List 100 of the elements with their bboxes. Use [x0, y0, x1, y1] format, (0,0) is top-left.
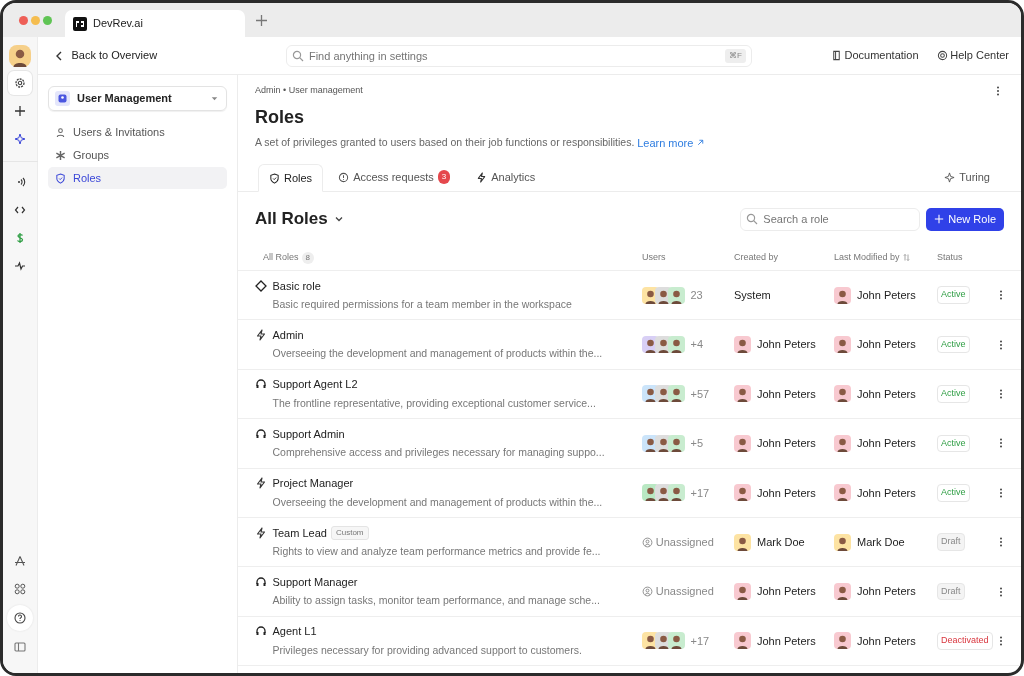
new-tab-icon[interactable] — [255, 14, 267, 26]
person-name: John Peters — [857, 436, 916, 452]
user-count: +4 — [690, 337, 704, 353]
shield-icon — [55, 172, 66, 184]
headset-icon — [255, 378, 267, 391]
role-name: Team Lead — [272, 525, 327, 541]
table-row[interactable]: Support Admin Comprehensive access and privileges necessary for managing suppo... +5 John Peters John Peters Active — [238, 419, 1021, 469]
count-badge: 3 — [437, 170, 451, 184]
tab[interactable]: Analytics — [465, 163, 547, 191]
role-name: Agent L1 — [272, 624, 317, 640]
table-row[interactable]: Admin Overseeing the development and management of products within the... +4 John Peters John Peters Active — [238, 320, 1021, 370]
person-name: John Peters — [757, 485, 816, 501]
bolt-icon — [255, 526, 267, 539]
page-description: A set of privileges granted to users based on their job functions or responsibilities. — [255, 134, 635, 150]
person-name: John Peters — [757, 584, 816, 600]
rail-item[interactable] — [7, 605, 33, 631]
dollar-icon — [14, 232, 26, 244]
role-name: Support Admin — [272, 426, 345, 442]
back-link[interactable]: Back to Overview — [54, 47, 158, 64]
column-header: All Roles — [263, 250, 299, 264]
person-name: John Peters — [857, 386, 916, 402]
role-name: Support Manager — [272, 574, 358, 590]
column-header: Users — [642, 250, 667, 264]
role-description: Comprehensive access and privileges necessary for managing suppo... — [272, 445, 605, 461]
search-icon — [746, 213, 759, 225]
new-role-button[interactable]: New Role — [926, 207, 1004, 231]
tag-label: Custom — [330, 525, 369, 540]
table-row[interactable]: Basic role Basic required permissions for a team member in the workspace 23 System John Peters Active — [238, 271, 1021, 321]
person-name: Mark Doe — [757, 534, 805, 550]
headset-icon — [255, 575, 267, 588]
person-name: John Peters — [857, 337, 916, 353]
person-name: John Peters — [857, 633, 916, 649]
section-dropdown[interactable]: User Management — [48, 86, 227, 111]
tab[interactable]: Access requests 3 — [327, 163, 462, 191]
status-badge: Draft — [937, 582, 965, 601]
person-name: John Peters — [857, 584, 916, 600]
sidebar-item[interactable]: Groups — [48, 144, 227, 166]
role-name: Admin — [272, 327, 304, 343]
bolt-icon — [255, 477, 267, 490]
asterisk-icon — [55, 149, 66, 161]
person-name: System — [734, 287, 771, 303]
role-description: Overseeing the development and management of products within the... — [272, 494, 603, 510]
person-name: John Peters — [857, 287, 916, 303]
person-name: John Peters — [757, 386, 816, 402]
dropdown-label: User Management — [77, 91, 173, 107]
view-selector[interactable]: All Roles — [255, 206, 346, 232]
role-description: Basic required permissions for a team member in the workspace — [272, 297, 572, 313]
status-badge: Active — [937, 385, 970, 403]
code-icon — [14, 204, 26, 216]
sidebar-item[interactable]: Roles — [48, 167, 227, 189]
headset-icon — [255, 625, 267, 638]
user-count: +17 — [690, 633, 710, 649]
status-badge: Active — [937, 484, 970, 502]
plus-icon — [934, 214, 945, 224]
table-row[interactable]: Team Lead Custom Rights to view and analyze team performance metrics and provide fe... Unassigned Mark Doe Mark Doe Draft — [238, 517, 1021, 568]
table-row[interactable]: Agent L1 Privileges necessary for providing advanced support to customers. +17 John Peters John Peters Deactivated — [238, 616, 1021, 667]
pulse-icon — [14, 260, 26, 272]
diamond-icon — [255, 279, 267, 292]
tab[interactable]: Roles — [258, 164, 324, 192]
tab-title: DevRev.ai — [93, 16, 143, 32]
sparkle-icon — [944, 171, 956, 183]
browser-tab[interactable]: DevRev.ai — [65, 10, 245, 37]
user-icon — [55, 126, 66, 138]
count-badge: 8 — [301, 251, 314, 264]
header-link[interactable]: Help Center — [936, 47, 1009, 64]
person-name: Mark Doe — [857, 534, 905, 550]
user-count: +17 — [690, 485, 710, 501]
role-description: Rights to view and analyze team performance metrics and provide fe... — [272, 544, 601, 559]
role-name: Basic role — [272, 278, 321, 294]
status-badge: Active — [937, 335, 970, 354]
help-icon — [14, 612, 26, 624]
info-icon — [338, 171, 350, 183]
status-badge: Draft — [937, 533, 965, 551]
status-badge: Active — [937, 286, 970, 304]
user-count: +57 — [690, 386, 710, 402]
breadcrumb: Admin • User management — [255, 84, 364, 97]
table-row[interactable]: Project Manager Overseeing the development and management of products within the... +17 John Peters John Peters Active — [238, 468, 1021, 518]
table-row[interactable]: Support Manager Ability to assign tasks, monitor team performance, and manage sche... Unassigned John Peters John Peters Draft — [238, 567, 1021, 617]
sidebar-item[interactable]: Users & Invitations — [48, 121, 227, 143]
user-count: 23 — [690, 287, 703, 303]
role-description: The frontline representative, providing exceptional customer service... — [272, 395, 596, 411]
user-count: +5 — [690, 436, 704, 452]
page-title: Roles — [254, 105, 306, 129]
profile-avatar[interactable] — [9, 45, 31, 67]
apps-icon — [14, 583, 26, 595]
column-header: Status — [937, 250, 964, 264]
rail-item[interactable] — [8, 71, 32, 95]
user-circle-icon — [642, 536, 653, 548]
role-description: Ability to assign tasks, monitor team performance, and manage sche... — [272, 593, 600, 609]
table-row[interactable]: Support Agent L2 The frontline representative, providing exceptional customer service... +57 John Peters John Peters Active — [238, 369, 1021, 420]
search-icon — [291, 49, 304, 62]
turing-button[interactable]: Turing — [933, 163, 1001, 191]
search-field[interactable]: Search a role — [740, 207, 921, 231]
role-description: Privileges necessary for providing advanced support to customers. — [272, 642, 582, 658]
lifebuoy-icon — [936, 50, 948, 61]
learn-more-link[interactable]: Learn more — [637, 134, 706, 151]
window-controls[interactable] — [19, 15, 52, 25]
header-link[interactable]: Documentation — [830, 47, 919, 64]
unassigned-label: Unassigned — [655, 584, 714, 600]
role-name: Support Agent L2 — [272, 377, 358, 393]
